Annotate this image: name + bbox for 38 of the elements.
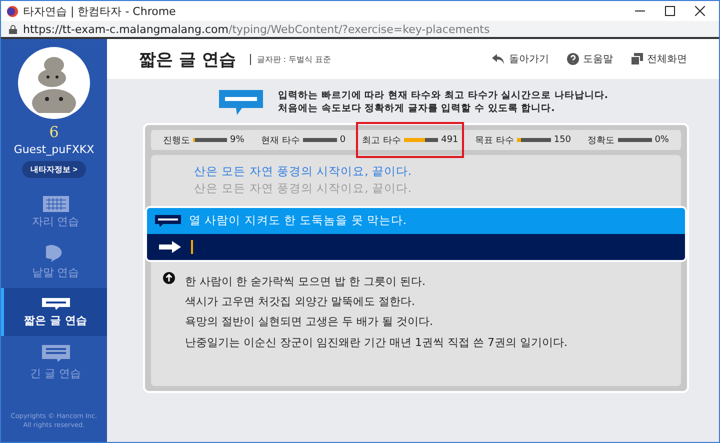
right-arrow-icon bbox=[159, 240, 181, 252]
header-action-button[interactable]: 도움말 bbox=[567, 52, 613, 66]
browser-logo-icon bbox=[7, 6, 18, 16]
sidebar-item[interactable]: 짧은 글 연습 bbox=[1, 288, 107, 336]
header-action-button[interactable]: 돌아가기 bbox=[492, 52, 549, 66]
message-icon bbox=[40, 344, 70, 364]
upcoming-sentence: 욕망의 절반이 실현되면 고생은 두 배가 될 것이다. bbox=[185, 314, 434, 330]
keyboard-layout-label: 글자판 : 두벌식 표준 bbox=[250, 54, 332, 64]
upcoming-sentence: 난중일기는 이순신 장군이 임진왜란 기간 매년 1권씩 직접 쓴 7권의 일기이다. bbox=[185, 334, 568, 351]
instruction-text: 입력하는 빠르기에 따라 현재 타수와 최고 타수가 실시간으로 나타납니다. 처음에는 속도보다 정확하게 글자를 입력할 수 있도록 합니다. bbox=[278, 90, 608, 116]
message-icon bbox=[40, 296, 70, 310]
message-icon bbox=[155, 214, 181, 226]
stat-label: 목표 타수 150 bbox=[474, 134, 572, 148]
header-action-button[interactable]: 전체화면 bbox=[631, 52, 687, 66]
upcoming-sentence: 한 사람이 한 숟가락씩 모으면 밥 한 그릇이 된다. bbox=[185, 274, 426, 290]
my-info-button[interactable]: 내타자정보 > bbox=[22, 161, 86, 178]
speech-bubble-icon bbox=[218, 89, 264, 117]
stat-label: 현재 타수 0 bbox=[260, 134, 347, 148]
page-title: 짧은 글 연습 bbox=[139, 48, 236, 70]
text-cursor bbox=[191, 240, 193, 254]
upcoming-sentence: 색시가 고우면 처갓집 외양간 말뚝에도 절한다. bbox=[185, 294, 416, 310]
keyboard-icon bbox=[42, 196, 68, 212]
user-name: Guest_puFXKX bbox=[14, 143, 94, 156]
previous-sentence: 산은 모든 자연 풍경의 시작이요, 끝이다. bbox=[193, 180, 413, 198]
back-arrow-icon bbox=[492, 54, 505, 64]
windows-icon bbox=[631, 53, 643, 65]
typing-field[interactable] bbox=[147, 234, 685, 260]
current-sentence: 열 사람이 지켜도 한 도둑놈을 못 막는다. bbox=[189, 213, 407, 228]
close-icon[interactable] bbox=[695, 6, 705, 16]
maximize-icon[interactable] bbox=[665, 6, 675, 16]
help-icon bbox=[567, 53, 579, 65]
stat-label: 진행도 9% bbox=[162, 134, 246, 148]
typed-sentence: 산은 모든 자연 풍경의 시작이요, 끝이다. bbox=[193, 163, 413, 180]
up-arrow-icon bbox=[163, 272, 175, 284]
window-title: 타자연습 | 한컴타자 - Chrome bbox=[23, 4, 177, 18]
lock-icon bbox=[9, 24, 17, 34]
stat-label: 정확도 0% bbox=[586, 134, 670, 148]
user-level: 6 bbox=[49, 123, 59, 141]
